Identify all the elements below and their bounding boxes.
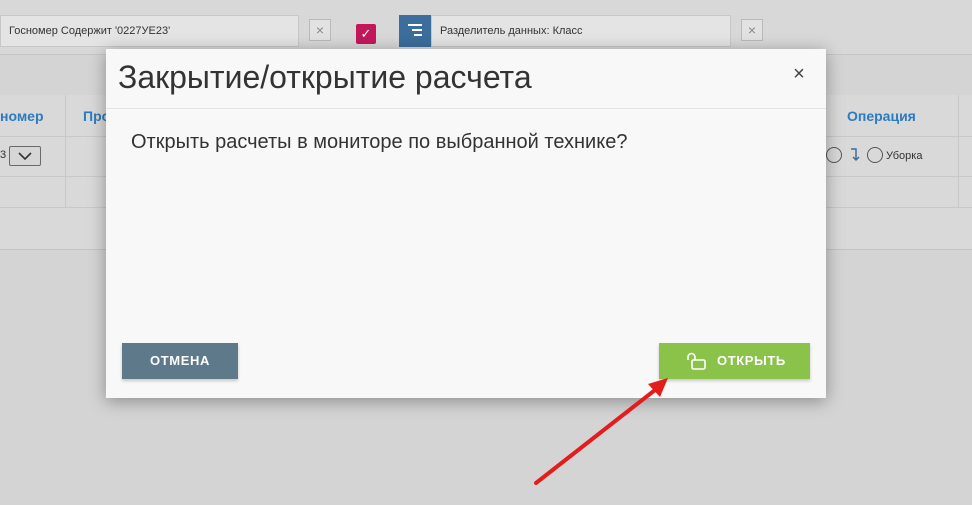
- red-arrow-annotation: [534, 378, 668, 485]
